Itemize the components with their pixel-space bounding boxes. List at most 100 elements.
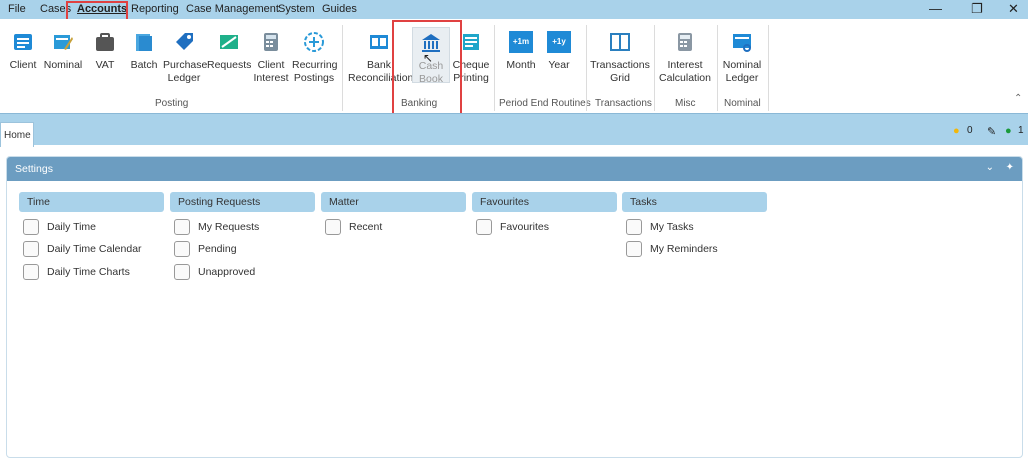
settings-title: Settings [15, 163, 53, 175]
month-icon: +1m [509, 31, 533, 53]
year-button[interactable]: +1y Year [544, 31, 574, 72]
group-misc: Misc [675, 98, 696, 109]
checkbox-label: Daily Time [47, 221, 97, 233]
checkbox-label: Daily Time Charts [47, 266, 130, 278]
calculator-icon [678, 33, 692, 51]
pin-icon[interactable]: ✦ [1006, 162, 1014, 173]
nominal-ledger-label: Nominal Ledger [722, 59, 762, 84]
checkbox[interactable] [23, 219, 39, 235]
client-interest-icon [264, 33, 278, 51]
checkbox[interactable] [626, 241, 642, 257]
column-header-tasks: Tasks [622, 192, 767, 212]
warning-icon[interactable]: ● [953, 125, 960, 137]
checkbox[interactable] [174, 264, 190, 280]
group-separator [768, 25, 769, 111]
client-interest-button[interactable]: Client Interest [253, 31, 289, 85]
menu-guides[interactable]: Guides [322, 3, 357, 15]
checkbox-label: Pending [198, 243, 237, 255]
menu-file[interactable]: File [8, 3, 26, 15]
nominal-button[interactable]: Nominal [43, 31, 83, 72]
checkbox[interactable] [174, 219, 190, 235]
batch-button[interactable]: Batch [129, 31, 159, 72]
group-separator [494, 25, 495, 111]
bank-reconciliation-icon [370, 35, 388, 49]
vat-icon [96, 33, 114, 51]
group-posting: Posting [155, 98, 189, 109]
checkbox-label: My Reminders [650, 243, 718, 255]
transactions-grid-button[interactable]: Transactions Grid [590, 31, 650, 85]
group-separator [717, 25, 718, 111]
group-nominal: Nominal [724, 98, 761, 109]
checkbox[interactable] [325, 219, 341, 235]
requests-icon [220, 35, 238, 49]
recurring-postings-button[interactable]: Recurring Postings [292, 31, 338, 85]
checkbox[interactable] [23, 264, 39, 280]
close-icon[interactable]: ✕ [1008, 1, 1019, 17]
checkbox-label: Daily Time Calendar [47, 243, 142, 255]
cash-book-highlight-box [392, 20, 462, 118]
maximize-icon[interactable]: ❐ [971, 1, 983, 17]
collapse-ribbon-icon[interactable]: ⌃ [1014, 93, 1022, 104]
nominal-label: Nominal [43, 59, 83, 71]
menu-reporting[interactable]: Reporting [131, 3, 179, 15]
client-icon [14, 34, 32, 50]
year-label: Year [548, 59, 570, 71]
column-header-favourites: Favourites [472, 192, 617, 212]
recurring-postings-label: Recurring Postings [292, 59, 338, 84]
minimize-icon[interactable]: — [929, 1, 942, 16]
group-transactions: Transactions [595, 98, 652, 109]
requests-label: Requests [207, 59, 252, 71]
checkbox-label: Favourites [500, 221, 550, 233]
vat-label: VAT [95, 59, 115, 71]
nominal-ledger-button[interactable]: Nominal Ledger [721, 31, 763, 85]
group-separator [342, 25, 343, 111]
menu-system[interactable]: System [278, 3, 315, 15]
settings-panel-header: Settings ⌄ ✦ [7, 157, 1022, 181]
client-interest-label: Client Interest [253, 59, 289, 84]
transactions-grid-label: Transactions Grid [590, 59, 650, 84]
group-separator [586, 25, 587, 111]
client-label: Client [9, 59, 37, 71]
client-button[interactable]: Client [6, 31, 40, 72]
checkbox-label: Unapproved [198, 266, 256, 278]
month-label: Month [506, 59, 536, 71]
tab-strip: Home ● 0 ✎ ● 1 [0, 113, 1028, 147]
cheque-printing-icon [463, 34, 479, 50]
checkbox[interactable] [476, 219, 492, 235]
nominal-icon [54, 35, 73, 50]
group-period-end-routines: Period End Routines [499, 98, 591, 109]
checkbox-label: Recent [349, 221, 383, 233]
cursor-pointer-icon: ↖ [423, 51, 434, 65]
online-count: 1 [1018, 125, 1024, 136]
vat-button[interactable]: VAT [90, 31, 120, 72]
purchase-ledger-icon [176, 33, 193, 50]
purchase-ledger-label: Purchase Ledger [163, 59, 208, 84]
group-separator [654, 25, 655, 111]
interest-calculation-button[interactable]: Interest Calculation [658, 31, 712, 85]
month-button[interactable]: +1m Month [504, 31, 538, 72]
purchase-ledger-button[interactable]: Purchase Ledger [163, 31, 208, 85]
settings-panel: Settings ⌄ ✦ Time Daily Time Daily Time … [6, 156, 1023, 458]
nominal-ledger-icon [733, 34, 751, 52]
column-header-posting-requests: Posting Requests [170, 192, 315, 212]
chevron-down-icon[interactable]: ⌄ [986, 162, 994, 173]
online-status-icon: ● [1005, 125, 1012, 137]
ribbon: Client Nominal VAT Batch Purchase Ledger… [0, 19, 1028, 113]
transactions-grid-icon [610, 33, 630, 51]
checkbox[interactable] [23, 241, 39, 257]
column-header-matter: Matter [321, 192, 466, 212]
checkbox[interactable] [174, 241, 190, 257]
checkbox-label: My Tasks [650, 221, 694, 233]
checkbox[interactable] [626, 219, 642, 235]
batch-label: Batch [130, 59, 158, 71]
interest-calculation-label: Interest Calculation [659, 59, 711, 84]
menu-case-management[interactable]: Case Management [186, 3, 279, 15]
tab-home[interactable]: Home [0, 122, 34, 147]
notes-icon[interactable]: ✎ [987, 125, 996, 138]
recurring-postings-icon [304, 32, 324, 52]
batch-icon [136, 34, 152, 51]
column-header-time: Time [19, 192, 164, 212]
requests-button[interactable]: Requests [207, 31, 251, 72]
warning-count: 0 [967, 125, 973, 136]
tab-home-label: Home [4, 130, 31, 141]
